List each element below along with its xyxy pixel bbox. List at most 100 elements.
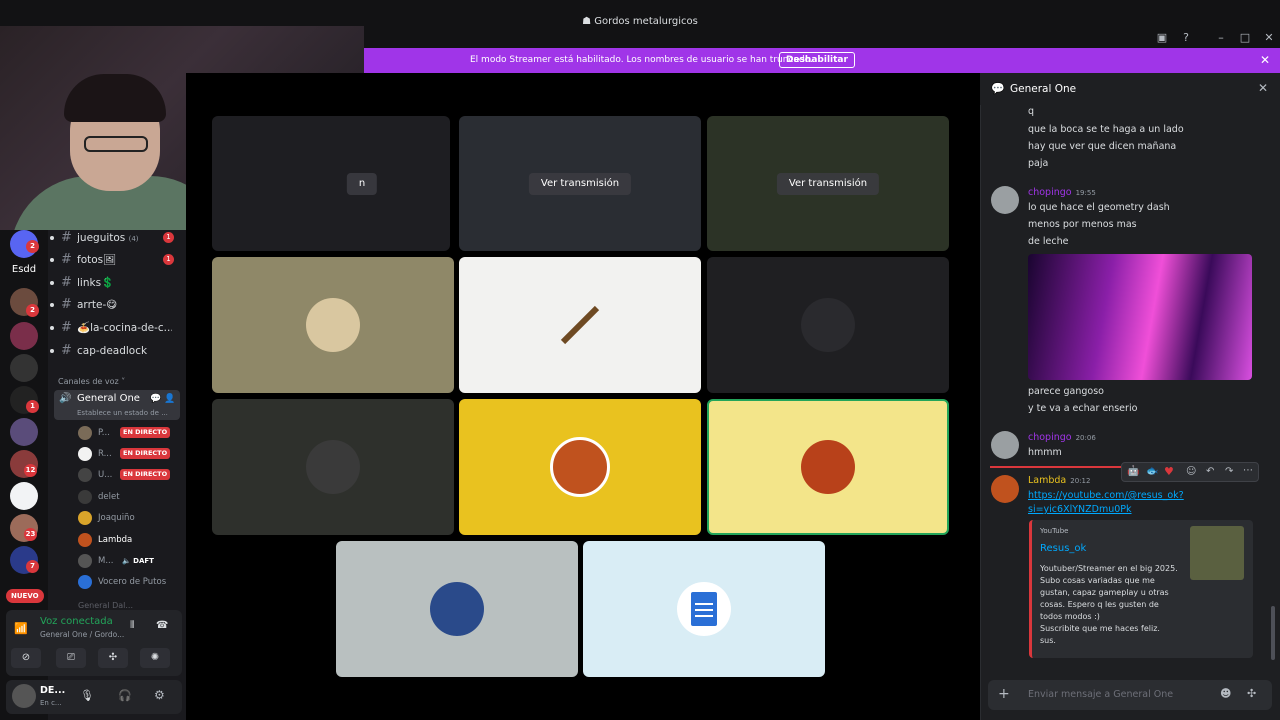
server-icon-6[interactable] bbox=[10, 418, 38, 446]
chat-line: hay que ver que dicen mañana bbox=[1028, 141, 1177, 152]
embed-thumbnail[interactable] bbox=[1190, 526, 1244, 580]
avatar[interactable] bbox=[991, 186, 1019, 214]
hash-icon: # bbox=[61, 320, 72, 335]
chat-bubble-icon[interactable]: 💬 bbox=[150, 394, 161, 404]
voice-user[interactable]: Vocero de Putos bbox=[78, 573, 184, 591]
new-badge[interactable]: NUEVO bbox=[6, 589, 44, 603]
add-reaction-icon[interactable]: ☺ bbox=[1186, 466, 1196, 477]
disconnect-icon[interactable]: ☎ bbox=[156, 620, 168, 631]
voice-user-name: Lambda bbox=[98, 535, 133, 545]
participant-tile[interactable] bbox=[212, 399, 454, 535]
stream-tile-3[interactable]: Ver transmisión bbox=[707, 116, 949, 251]
channel-name: jueguitos bbox=[77, 232, 126, 244]
chat-username[interactable]: chopingo 20:06 bbox=[1028, 432, 1096, 443]
channel-la-cocina[interactable]: # 🍝la-cocina-de-c... bbox=[48, 317, 184, 339]
reply-icon[interactable]: ↶ bbox=[1206, 466, 1214, 477]
voice-channel-status[interactable]: Establece un estado de ... bbox=[77, 409, 168, 417]
voice-channel-general-one[interactable]: 🔊 General One Establece un estado de ...… bbox=[54, 390, 180, 420]
voice-user[interactable]: P... EN DIRECTO bbox=[78, 424, 184, 442]
live-badge: EN DIRECTO bbox=[120, 448, 171, 459]
gear-icon[interactable]: ⚙ bbox=[154, 688, 165, 702]
stream-tile-1[interactable]: n bbox=[212, 116, 450, 251]
channel-cap-deadlock[interactable]: # cap-deadlock bbox=[48, 340, 184, 362]
chat-username[interactable]: Lambda 20:12 bbox=[1028, 475, 1090, 486]
chat-line: y te va a echar enserio bbox=[1028, 403, 1138, 414]
inbox-icon[interactable]: ▣ bbox=[1154, 30, 1170, 46]
signal-icon[interactable]: 📶 bbox=[14, 622, 28, 635]
hash-icon: # bbox=[61, 275, 72, 290]
voice-user[interactable]: U... EN DIRECTO bbox=[78, 466, 184, 484]
avatar[interactable] bbox=[12, 684, 36, 708]
server-icon-3[interactable] bbox=[10, 322, 38, 350]
participant-tile[interactable] bbox=[459, 399, 701, 535]
channel-links[interactable]: # links💲 bbox=[48, 272, 184, 294]
voice-category[interactable]: Canales de voz ˅ bbox=[58, 377, 125, 386]
help-icon[interactable]: ? bbox=[1178, 30, 1194, 46]
voice-user-name: M... bbox=[98, 556, 114, 566]
server-badge: 7 bbox=[26, 560, 39, 573]
watch-stream-button[interactable]: Ver transmisión bbox=[528, 172, 632, 195]
voice-user[interactable]: R... EN DIRECTO bbox=[78, 445, 184, 463]
participant-tile[interactable] bbox=[459, 257, 701, 393]
streamer-mode-banner: El modo Streamer está habilitado. Los no… bbox=[364, 48, 1280, 73]
user-status: En c... bbox=[40, 699, 62, 707]
channel-jueguitos[interactable]: # jueguitos (4) 1 bbox=[48, 227, 184, 249]
apps-icon[interactable]: ✣ bbox=[1247, 687, 1256, 700]
watch-stream-button[interactable]: n bbox=[346, 172, 378, 195]
reaction-icon[interactable]: 🤖 bbox=[1127, 466, 1139, 477]
add-attachment-icon[interactable]: + bbox=[998, 686, 1010, 702]
chat-scrollbar[interactable] bbox=[1271, 606, 1275, 660]
voice-user[interactable]: M... 🔈 DAFT bbox=[78, 552, 184, 570]
activities-icon[interactable]: ✣ bbox=[98, 648, 128, 668]
avatar[interactable] bbox=[991, 475, 1019, 503]
embed-title[interactable]: Resus_ok bbox=[1040, 543, 1086, 554]
server-label[interactable]: Esdd bbox=[0, 264, 48, 275]
minimize-button[interactable]: – bbox=[1213, 30, 1229, 46]
participant-tile[interactable] bbox=[583, 541, 825, 677]
participant-tile-speaking[interactable] bbox=[707, 399, 949, 535]
chat-username[interactable]: chopingo 19:55 bbox=[1028, 187, 1096, 198]
watch-stream-button[interactable]: Ver transmisión bbox=[776, 172, 880, 195]
heart-icon[interactable]: ♥ bbox=[1164, 465, 1174, 478]
banner-close-icon[interactable]: ✕ bbox=[1260, 53, 1270, 67]
avatar bbox=[78, 468, 92, 482]
effects-icon[interactable]: ✺ bbox=[140, 648, 170, 668]
chevron-down-icon: ˅ bbox=[121, 377, 126, 386]
headphones-icon[interactable]: 🎧 bbox=[118, 689, 132, 702]
participant-tile[interactable] bbox=[336, 541, 578, 677]
chat-input-placeholder[interactable]: Enviar mensaje a General One bbox=[1028, 689, 1173, 700]
screen-share-icon[interactable]: ⎚ bbox=[56, 648, 86, 668]
channel-arrte[interactable]: # arrte-😋 bbox=[48, 294, 184, 316]
chat-input[interactable]: + Enviar mensaje a General One ☻ ✣ bbox=[988, 680, 1272, 710]
voice-user[interactable]: Lambda bbox=[78, 531, 184, 549]
timestamp: 19:55 bbox=[1075, 189, 1096, 197]
participant-tile[interactable] bbox=[707, 257, 949, 393]
forward-icon[interactable]: ↷ bbox=[1225, 466, 1233, 477]
channel-fotos[interactable]: # fotos🖼 1 bbox=[48, 249, 184, 271]
server-icon-8[interactable] bbox=[10, 482, 38, 510]
voice-user[interactable]: Joaquiño bbox=[78, 509, 184, 527]
microphone-icon[interactable]: 🎙 bbox=[80, 689, 94, 702]
disable-streamer-button[interactable]: Deshabilitar bbox=[779, 52, 855, 68]
more-icon[interactable]: ⋯ bbox=[1243, 465, 1253, 476]
chat-header: 💬 General One ✕ bbox=[980, 73, 1280, 105]
chat-link[interactable]: si=yic6XlYNZDmu0Pk bbox=[1028, 504, 1132, 515]
channel-extra: (4) bbox=[128, 235, 139, 243]
server-icon-4[interactable] bbox=[10, 354, 38, 382]
chat-image[interactable] bbox=[1028, 254, 1252, 380]
add-user-icon[interactable]: 👤 bbox=[164, 394, 175, 404]
voice-location[interactable]: General One / Gordo... bbox=[40, 630, 124, 639]
close-window-button[interactable]: ✕ bbox=[1261, 30, 1277, 46]
close-icon[interactable]: ✕ bbox=[1258, 81, 1268, 95]
voice-user[interactable]: delet bbox=[78, 488, 184, 506]
participant-tile[interactable] bbox=[212, 257, 454, 393]
stream-tile-2[interactable]: Ver transmisión bbox=[459, 116, 701, 251]
maximize-button[interactable]: □ bbox=[1237, 30, 1253, 46]
soundboard-icon[interactable]: ⦀ bbox=[130, 620, 134, 631]
emoji-icon[interactable]: ☻ bbox=[1220, 687, 1231, 700]
avatar[interactable] bbox=[991, 431, 1019, 459]
next-channel[interactable]: General Dal... bbox=[78, 602, 133, 610]
chat-link[interactable]: https://youtube.com/@resus_ok? bbox=[1028, 490, 1184, 501]
camera-off-icon[interactable]: ⊘ bbox=[11, 648, 41, 668]
reaction-icon[interactable]: 🐟 bbox=[1146, 466, 1158, 477]
